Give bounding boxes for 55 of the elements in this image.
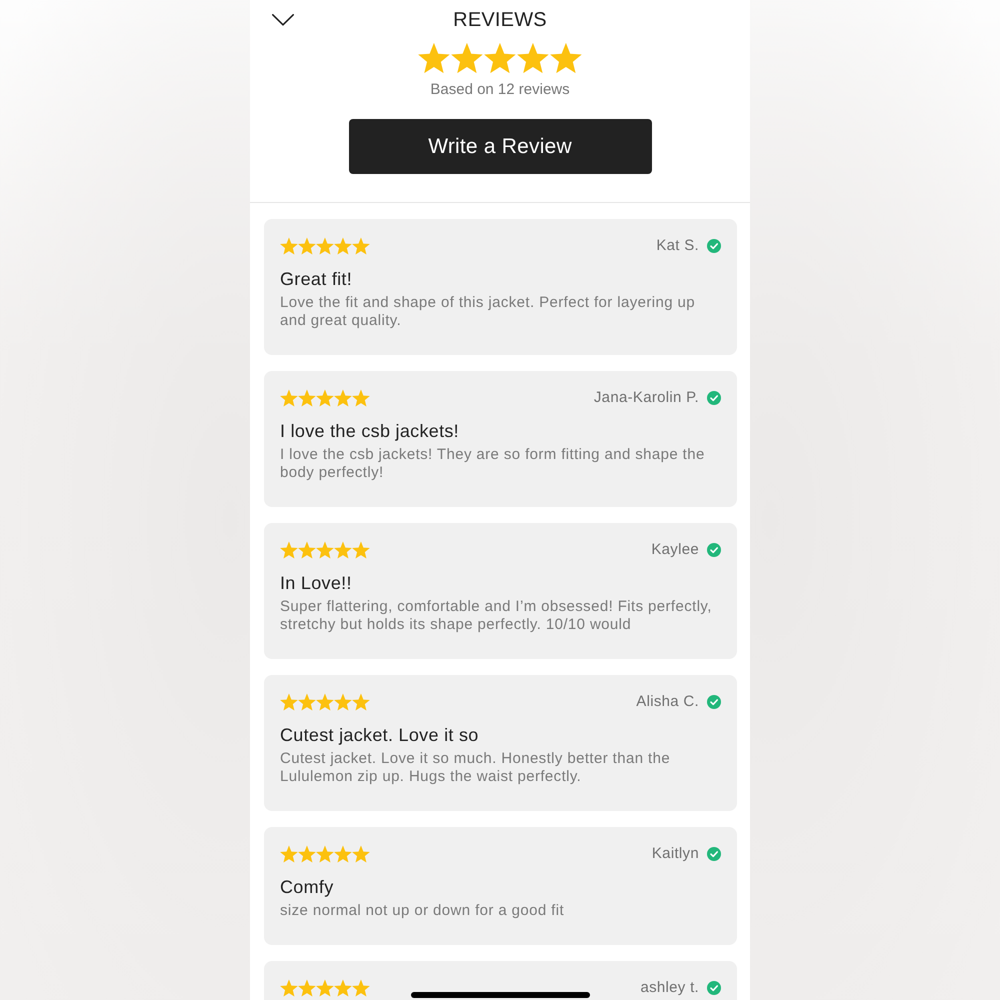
review-text: size normal not up or down for a good fit (280, 902, 566, 920)
star-icon (352, 979, 370, 997)
chevron-down-icon[interactable] (272, 14, 294, 26)
review-title: Cutest jacket. Love it so (280, 724, 480, 746)
star-icon (316, 979, 334, 997)
star-icon (550, 42, 582, 74)
star-icon (280, 237, 298, 255)
review-title: I love the csb jackets! (280, 420, 460, 442)
star-icon (280, 389, 298, 407)
review-title: In Love!! (280, 572, 353, 594)
review-title: Great fit! (280, 268, 354, 290)
star-icon (334, 237, 352, 255)
star-icon (334, 845, 352, 863)
star-icon (316, 389, 334, 407)
star-icon (316, 693, 334, 711)
reviewer-name: ashley t. (640, 979, 699, 997)
write-review-button[interactable]: Write a Review (348, 119, 652, 174)
star-icon (280, 979, 298, 997)
star-icon (316, 845, 334, 863)
reviewer-name: Kat S. (656, 237, 699, 255)
star-icon (484, 42, 516, 74)
review-text: Super flattering, comfortable and I’m obsessed! Fits perfectly, stretchy but holds its shape perfectly. 10/10 would (280, 598, 713, 634)
review-text: I love the csb jackets! They are so form fitting and shape the body perfectly! (280, 446, 706, 482)
star-icon (334, 541, 352, 559)
page-title: REVIEWS (453, 8, 547, 32)
star-icon (352, 541, 370, 559)
star-icon (517, 42, 549, 74)
star-icon (298, 237, 316, 255)
star-icon (352, 237, 370, 255)
review-text: Love the fit and shape of this jacket. Perfect for layering up and great quality. (280, 294, 696, 330)
star-icon (280, 845, 298, 863)
reviewer-name: Kaitlyn (652, 845, 699, 863)
review-count: Based on 12 reviews (430, 81, 570, 99)
star-icon (298, 845, 316, 863)
star-icon (334, 389, 352, 407)
star-icon (280, 693, 298, 711)
star-icon (334, 979, 352, 997)
reviewer-name: Kaylee (651, 541, 699, 559)
star-icon (280, 541, 298, 559)
review-title: Comfy (280, 876, 335, 898)
star-icon (316, 237, 334, 255)
star-icon (352, 693, 370, 711)
star-icon (334, 693, 352, 711)
star-icon (352, 389, 370, 407)
star-icon (298, 979, 316, 997)
star-icon (298, 541, 316, 559)
star-icon (352, 845, 370, 863)
star-icon (298, 693, 316, 711)
star-icon (451, 42, 483, 74)
star-icon (418, 42, 450, 74)
star-icon (298, 389, 316, 407)
review-text: Cutest jacket. Love it so much. Honestly better than the Lululemon zip up. Hugs the waist perfectly. (280, 750, 672, 786)
reviewer-name: Alisha C. (636, 693, 699, 711)
reviewer-name: Jana-Karolin P. (594, 389, 699, 407)
star-icon (316, 541, 334, 559)
